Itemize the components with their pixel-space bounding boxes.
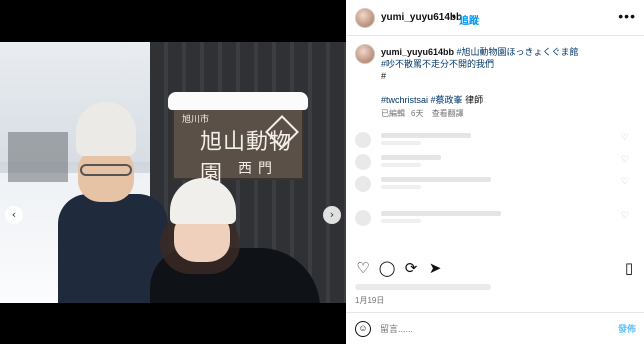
caption-text: yumi_yuyu614bb #旭山動物園ほっきょくぐま館 #吵不散罵不走分不開… — [381, 46, 631, 106]
comment-meta-blurred — [381, 219, 421, 223]
post-media-carousel[interactable]: 旭川市 旭山動物園 西門 ‹ › — [0, 42, 346, 303]
comment-like-icon[interactable]: ♡ — [621, 154, 629, 165]
post-date: 1月19日 — [355, 296, 385, 305]
comment-input[interactable] — [380, 322, 600, 336]
comment-meta-blurred — [381, 185, 421, 189]
comment-avatar — [355, 210, 371, 226]
caption-meta: 已編輯 6天 查看翻譯 — [381, 108, 470, 119]
more-options-icon[interactable]: ••• — [618, 8, 636, 24]
carousel-prev-button[interactable]: ‹ — [5, 206, 23, 224]
send-icon[interactable]: ➤ — [426, 259, 444, 277]
share-icon[interactable]: ⟳ — [402, 259, 420, 277]
comment-like-icon[interactable]: ♡ — [621, 132, 629, 143]
hashtag-link[interactable]: #吵不散罵不走分不開的我們 — [381, 59, 494, 69]
heart-icon[interactable]: ♡ — [354, 259, 372, 277]
comment-text-blurred — [381, 155, 441, 160]
comment-meta-blurred — [381, 141, 421, 145]
comment-avatar — [355, 132, 371, 148]
post-side-panel: yumi_yuyu614bb • 追蹤 ••• yumi_yuyu614bb #… — [346, 0, 644, 344]
follow-button[interactable]: 追蹤 — [459, 12, 479, 27]
time-ago: 6天 — [411, 109, 424, 118]
username-link[interactable]: yumi_yuyu614bb — [381, 12, 462, 23]
caption-avatar[interactable] — [355, 44, 375, 64]
comment-text-blurred — [381, 133, 471, 138]
comment-row: ♡ — [355, 174, 635, 192]
emoji-icon[interactable]: ☺ — [355, 321, 371, 337]
comment-row: ♡ — [355, 152, 635, 170]
hashtag-link[interactable]: #旭山動物園ほっきょくぐま館 — [457, 47, 579, 57]
comment-text-blurred — [381, 211, 501, 216]
comment-like-icon[interactable]: ♡ — [621, 210, 629, 221]
post-header: yumi_yuyu614bb • 追蹤 ••• — [346, 0, 644, 36]
man-glasses — [80, 164, 132, 176]
carousel-next-button[interactable]: › — [323, 206, 341, 224]
comment-avatar — [355, 176, 371, 192]
caption-username[interactable]: yumi_yuyu614bb — [381, 47, 454, 57]
comment-icon[interactable]: ◯ — [378, 259, 396, 277]
likes-summary-blurred — [355, 284, 491, 290]
edited-label: 已編輯 — [381, 109, 405, 118]
post-comment-button[interactable]: 發佈 — [618, 322, 636, 335]
avatar[interactable] — [355, 8, 375, 28]
separator-dot: • — [452, 12, 456, 23]
caption-hash: # — [381, 71, 387, 81]
add-comment-bar: ☺ 發佈 — [346, 312, 644, 344]
comment-row: ♡ — [355, 208, 635, 226]
woman-figure — [150, 162, 320, 303]
comment-row: ♡ — [355, 130, 635, 148]
hashtag-link[interactable]: #蔡政峯 — [431, 95, 463, 105]
hashtag-link[interactable]: #twchristsai — [381, 95, 428, 105]
comment-avatar — [355, 154, 371, 170]
man-beanie — [76, 102, 136, 156]
bookmark-icon[interactable]: ▯ — [620, 259, 638, 277]
comment-like-icon[interactable]: ♡ — [621, 176, 629, 187]
comment-text-blurred — [381, 177, 491, 182]
translate-link[interactable]: 查看翻譯 — [432, 109, 464, 118]
woman-beanie — [170, 178, 236, 224]
comment-meta-blurred — [381, 163, 421, 167]
post-actions-bar: ♡ ◯ ⟳ ➤ ▯ — [346, 256, 644, 280]
sign-snowcap — [168, 92, 308, 110]
caption-tail: 律師 — [465, 95, 484, 105]
